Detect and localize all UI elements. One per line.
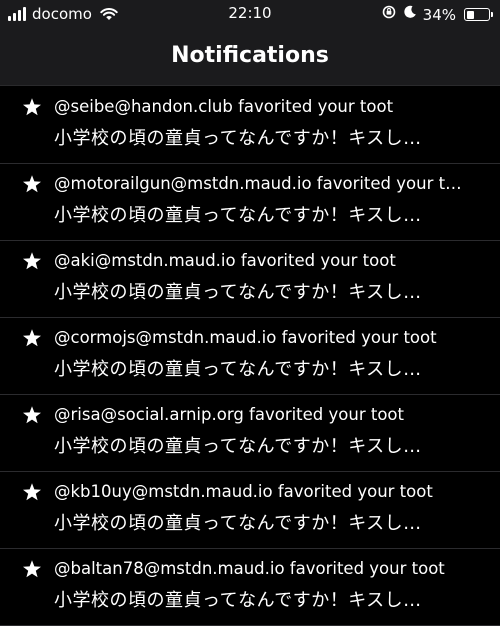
- notification-row[interactable]: @risa@social.arnip.org favorited your to…: [0, 395, 500, 472]
- notification-row[interactable]: @motorailgun@mstdn.maud.io favorited you…: [0, 164, 500, 241]
- page-title: Notifications: [171, 43, 329, 68]
- star-icon: [22, 328, 42, 348]
- notification-title: @seibe@handon.club favorited your toot: [54, 97, 394, 116]
- notification-body: 小学校の頃の童貞ってなんですか！キスし…: [54, 359, 422, 380]
- notification-title: @motorailgun@mstdn.maud.io favorited you…: [54, 174, 462, 193]
- star-icon: [22, 482, 42, 502]
- notification-row[interactable]: @seibe@handon.club favorited your toot 小…: [0, 87, 500, 164]
- notification-body: 小学校の頃の童貞ってなんですか！キスし…: [54, 282, 422, 303]
- status-bar: docomo 22:10 34%: [0, 0, 500, 28]
- star-icon: [22, 174, 42, 194]
- star-icon: [22, 97, 42, 117]
- battery-icon: [464, 8, 493, 21]
- notification-title: @risa@social.arnip.org favorited your to…: [54, 405, 404, 424]
- notification-row[interactable]: @kb10uy@mstdn.maud.io favorited your too…: [0, 472, 500, 549]
- notification-body: 小学校の頃の童貞ってなんですか！キスし…: [54, 205, 422, 226]
- notification-body: 小学校の頃の童貞ってなんですか！キスし…: [54, 513, 422, 534]
- notification-title: @baltan78@mstdn.maud.io favorited your t…: [54, 559, 445, 578]
- notification-list[interactable]: @seibe@handon.club favorited your toot 小…: [0, 87, 500, 626]
- battery-percent: 34%: [422, 5, 456, 24]
- notification-title: @kb10uy@mstdn.maud.io favorited your too…: [54, 482, 433, 501]
- notification-row[interactable]: @baltan78@mstdn.maud.io favorited your t…: [0, 549, 500, 626]
- notification-title: @aki@mstdn.maud.io favorited your toot: [54, 251, 396, 270]
- notification-body: 小学校の頃の童貞ってなんですか！キスし…: [54, 436, 422, 457]
- moon-icon: [403, 5, 417, 24]
- battery-tip: [491, 12, 493, 17]
- star-icon: [22, 405, 42, 425]
- status-bar-right: 34%: [381, 4, 493, 25]
- orientation-lock-icon: [381, 4, 397, 25]
- battery-fill: [466, 10, 474, 19]
- notification-row[interactable]: @cormojs@mstdn.maud.io favorited your to…: [0, 318, 500, 395]
- star-icon: [22, 251, 42, 271]
- notification-title: @cormojs@mstdn.maud.io favorited your to…: [54, 328, 437, 347]
- navigation-bar: Notifications: [0, 28, 500, 86]
- notification-body: 小学校の頃の童貞ってなんですか！キスし…: [54, 128, 422, 149]
- notification-body: 小学校の頃の童貞ってなんですか！キスし…: [54, 590, 422, 611]
- notification-row[interactable]: @aki@mstdn.maud.io favorited your toot 小…: [0, 241, 500, 318]
- star-icon: [22, 559, 42, 579]
